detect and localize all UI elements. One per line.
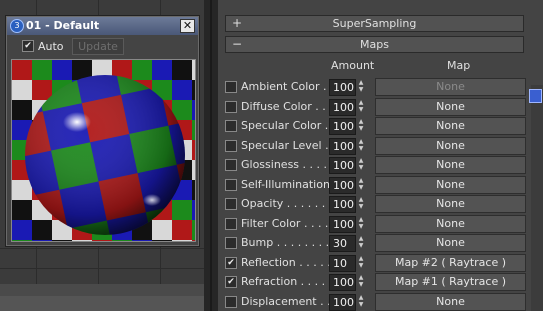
column-header-amount: Amount: [331, 59, 375, 72]
map-enable-checkbox[interactable]: ✔: [225, 276, 237, 288]
map-row: Ambient Color . . 100 ▲ ▼ None: [218, 77, 543, 96]
map-channel-label: Specular Level . .: [241, 138, 330, 152]
viewport-grid-line: [0, 248, 204, 249]
map-slot-button[interactable]: None: [375, 234, 526, 252]
viewport-grid-line: [0, 268, 204, 269]
lock-icon[interactable]: [529, 89, 542, 103]
map-slot-button[interactable]: None: [375, 117, 526, 135]
map-slot-button[interactable]: Map #1 ( Raytrace ): [375, 273, 526, 291]
map-enable-checkbox[interactable]: [225, 217, 237, 230]
map-channel-label: Displacement . .: [241, 294, 330, 308]
map-channel-label: Opacity . . . . . . . .: [241, 197, 330, 210]
map-channel-label: Ambient Color . .: [241, 80, 330, 93]
panel-divider-line: [210, 0, 212, 311]
map-row: Glossiness . . . . . 100 ▲ ▼ None: [218, 155, 543, 174]
material-window-toolbar: ✔ Auto Update: [7, 36, 198, 56]
rollout-maps[interactable]: − Maps: [225, 36, 524, 53]
spinner-icon[interactable]: ▲ ▼: [357, 177, 365, 192]
map-row: ✔ Reflection . . . . . 10 ▲ ▼ Map #2 ( Raytra…: [218, 253, 543, 272]
map-amount-field[interactable]: 100: [329, 274, 356, 291]
spinner-icon[interactable]: ▲ ▼: [357, 196, 365, 211]
map-amount-field[interactable]: 100: [329, 98, 356, 116]
map-enable-checkbox[interactable]: [225, 120, 237, 132]
map-enable-checkbox[interactable]: ✔: [225, 256, 237, 269]
map-channel-label: Reflection . . . . .: [241, 255, 330, 269]
map-enable-checkbox[interactable]: [225, 237, 237, 249]
map-channel-label: Specular Color . .: [241, 119, 330, 132]
map-slot-button[interactable]: None: [375, 136, 526, 155]
material-parameters-panel: + SuperSampling − Maps Amount Map Ambien…: [218, 0, 543, 311]
map-row: Self-Illumination . 100 ▲ ▼ None: [218, 175, 543, 194]
spinner-icon[interactable]: ▲ ▼: [357, 138, 365, 153]
auto-label: Auto: [38, 40, 64, 53]
map-amount-field[interactable]: 100: [329, 157, 356, 174]
map-channel-label: Filter Color . . . .: [241, 216, 329, 230]
map-slot-button[interactable]: None: [375, 78, 526, 96]
rollout-supersampling[interactable]: + SuperSampling: [225, 15, 524, 32]
map-slot-button[interactable]: None: [375, 156, 526, 174]
map-row: Specular Level . . 100 ▲ ▼ None: [218, 136, 543, 155]
map-slot-button[interactable]: Map #2 ( Raytrace ): [375, 253, 526, 272]
map-row: Specular Color . . 100 ▲ ▼ None: [218, 116, 543, 135]
map-channel-label: Refraction . . . . .: [241, 275, 330, 288]
map-amount-field[interactable]: 100: [329, 176, 356, 194]
spinner-icon[interactable]: ▲ ▼: [357, 235, 365, 250]
map-row: Displacement . . 100 ▲ ▼ None: [218, 292, 543, 311]
spinner-icon[interactable]: ▲ ▼: [357, 294, 365, 309]
panel-scrollbar[interactable]: [531, 85, 543, 311]
map-row: Diffuse Color . . . 100 ▲ ▼ None: [218, 97, 543, 116]
map-amount-field[interactable]: 100: [329, 293, 356, 311]
column-header-map: Map: [447, 59, 471, 72]
map-channel-label: Glossiness . . . . .: [241, 158, 330, 171]
map-enable-checkbox[interactable]: [225, 159, 237, 171]
map-amount-field[interactable]: 30: [329, 235, 356, 252]
rollout-title: Maps: [360, 38, 389, 51]
spinner-icon[interactable]: ▲ ▼: [357, 274, 365, 289]
map-slot-button[interactable]: None: [375, 97, 526, 116]
map-amount-field[interactable]: 100: [329, 196, 356, 213]
map-amount-field[interactable]: 100: [329, 118, 356, 135]
map-channel-label: Self-Illumination .: [241, 177, 330, 191]
viewport-bottom-strip: [0, 296, 204, 311]
spinner-icon[interactable]: ▲ ▼: [357, 99, 365, 114]
map-amount-field[interactable]: 10: [329, 254, 356, 272]
material-window-titlebar[interactable]: 3 01 - Default ✕: [7, 17, 198, 35]
map-amount-field[interactable]: 100: [329, 215, 356, 233]
material-preview-render: [12, 60, 195, 241]
map-row: Bump . . . . . . . . . 30 ▲ ▼ None: [218, 233, 543, 252]
material-preview-window[interactable]: 3 01 - Default ✕ ✔ Auto Update: [6, 16, 199, 246]
material-window-title: 01 - Default: [26, 19, 100, 32]
map-slot-button[interactable]: None: [375, 195, 526, 213]
map-channel-label: Diffuse Color . . .: [241, 99, 330, 113]
map-amount-field[interactable]: 100: [329, 79, 356, 96]
update-button[interactable]: Update: [72, 38, 124, 55]
spinner-icon[interactable]: ▲ ▼: [357, 216, 365, 231]
rollout-title: SuperSampling: [332, 17, 417, 30]
3dsmax-logo-icon: 3: [10, 19, 24, 33]
map-slot-button[interactable]: None: [375, 292, 526, 311]
map-enable-checkbox[interactable]: [225, 178, 237, 191]
material-preview-viewport[interactable]: [11, 59, 196, 242]
auto-checkbox[interactable]: ✔: [22, 40, 34, 52]
map-row: Filter Color . . . . 100 ▲ ▼ None: [218, 214, 543, 233]
map-enable-checkbox[interactable]: [225, 139, 237, 152]
map-enable-checkbox[interactable]: [225, 100, 237, 113]
spinner-icon[interactable]: ▲ ▼: [357, 79, 365, 94]
spinner-icon[interactable]: ▲ ▼: [357, 157, 365, 172]
map-channel-label: Bump . . . . . . . . .: [241, 236, 330, 249]
close-icon[interactable]: ✕: [180, 19, 195, 33]
spinner-icon[interactable]: ▲ ▼: [357, 255, 365, 270]
map-row: Opacity . . . . . . . . 100 ▲ ▼ None: [218, 194, 543, 213]
map-enable-checkbox[interactable]: [225, 295, 237, 308]
map-enable-checkbox[interactable]: [225, 81, 237, 93]
map-amount-field[interactable]: 100: [329, 137, 356, 155]
map-enable-checkbox[interactable]: [225, 198, 237, 210]
map-slot-button[interactable]: None: [375, 175, 526, 194]
map-slot-button[interactable]: None: [375, 214, 526, 233]
spinner-icon[interactable]: ▲ ▼: [357, 118, 365, 133]
map-row: ✔ Refraction . . . . . 100 ▲ ▼ Map #1 ( Raytr…: [218, 272, 543, 291]
